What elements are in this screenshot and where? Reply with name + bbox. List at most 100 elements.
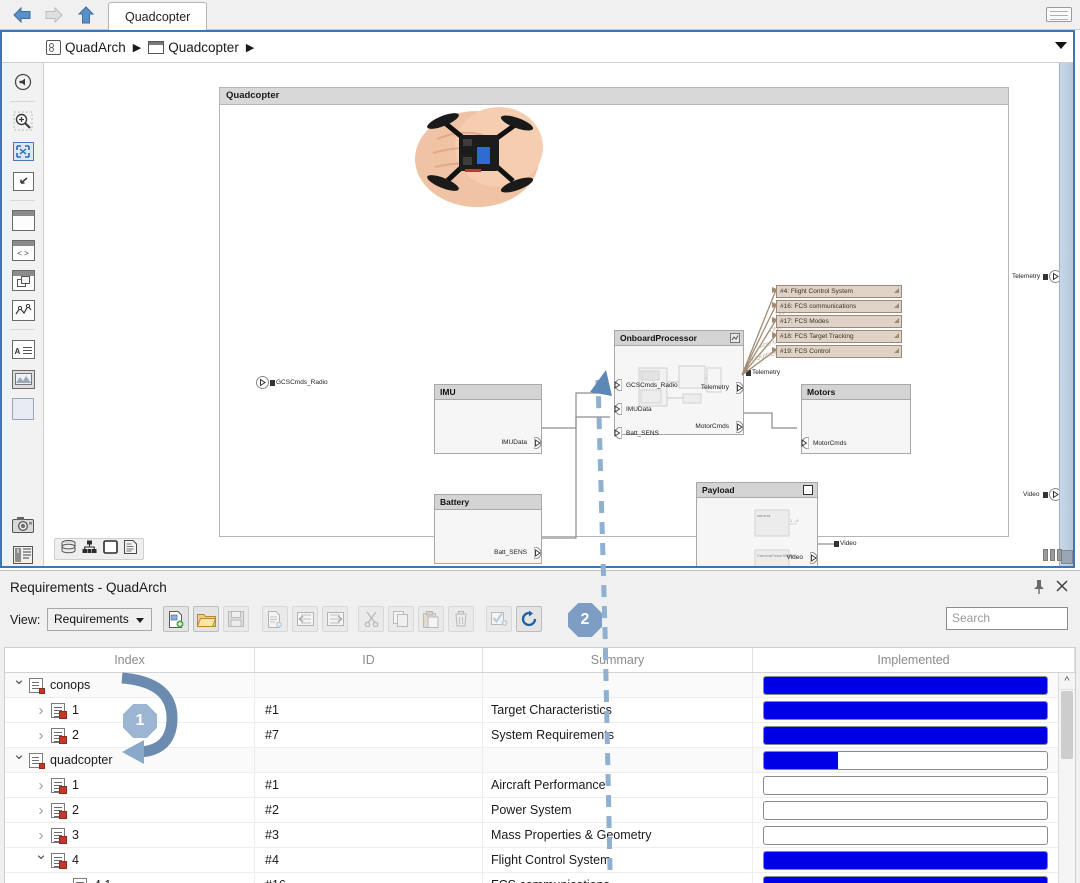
- in-port-imudata[interactable]: [608, 403, 622, 415]
- close-icon[interactable]: [1054, 578, 1070, 594]
- index-label: 4.1: [94, 878, 111, 883]
- cell-id: [255, 748, 483, 772]
- implemented-progress-bar: [763, 750, 1048, 770]
- in-port-batt-sens[interactable]: [608, 427, 622, 439]
- hierarchy-icon[interactable]: [82, 540, 97, 559]
- breadcrumb-item-quadarch[interactable]: QuadArch: [46, 39, 126, 55]
- column-header-summary[interactable]: Summary: [483, 648, 753, 672]
- palette-reference-block-icon[interactable]: < >: [2, 235, 44, 265]
- block-motors[interactable]: Motors MotorCmds: [801, 384, 911, 454]
- palette-area-box-icon[interactable]: [2, 394, 44, 424]
- requirement-note[interactable]: #4: Flight Control System: [776, 285, 902, 298]
- table-row[interactable]: 1 #1Aircraft Performance: [5, 773, 1058, 798]
- twisty-expanded-icon[interactable]: [9, 679, 29, 691]
- view-select[interactable]: Requirements: [47, 608, 152, 631]
- table-vertical-scrollbar[interactable]: ^: [1058, 673, 1075, 883]
- palette-text-annotation-icon[interactable]: A: [2, 334, 44, 364]
- twisty-collapsed-icon[interactable]: [31, 802, 51, 819]
- column-header-id[interactable]: ID: [255, 648, 483, 672]
- cell-index: 4: [5, 848, 255, 872]
- out-port-batt-sens[interactable]: [534, 547, 548, 559]
- new-requirement-set-button[interactable]: [163, 606, 189, 632]
- palette-stateflow-icon[interactable]: [2, 295, 44, 325]
- out-port-video[interactable]: [810, 552, 824, 564]
- cell-implemented: [753, 723, 1058, 747]
- palette-divider: [10, 101, 35, 102]
- table-row[interactable]: 2 #7System Requirements: [5, 723, 1058, 748]
- requirement-note[interactable]: #17: FCS Modes: [776, 315, 902, 328]
- keyboard-icon[interactable]: [1046, 7, 1072, 22]
- palette-fit-view-icon[interactable]: [2, 136, 44, 166]
- panel-title: Requirements - QuadArch: [10, 580, 167, 595]
- twisty-collapsed-icon[interactable]: [31, 702, 51, 719]
- column-header-implemented[interactable]: Implemented: [753, 648, 1075, 672]
- table-row[interactable]: 1 #1Target Characteristics: [5, 698, 1058, 723]
- table-row[interactable]: conops: [5, 673, 1058, 698]
- twisty-expanded-icon[interactable]: [9, 754, 29, 766]
- cell-implemented: [753, 798, 1058, 822]
- requirement-icon: [73, 877, 87, 883]
- twisty-collapsed-icon[interactable]: [31, 727, 51, 744]
- open-requirement-set-button[interactable]: [193, 606, 219, 632]
- requirement-note[interactable]: #19: FCS Control: [776, 345, 902, 358]
- canvas-vertical-scrollbar[interactable]: [1059, 63, 1073, 566]
- out-port-motorcmds[interactable]: [736, 421, 750, 433]
- scrollbar-thumb[interactable]: [1061, 691, 1073, 759]
- database-icon[interactable]: [61, 539, 76, 559]
- out-port-imudata[interactable]: [534, 437, 548, 449]
- view-select-value: Requirements: [54, 612, 129, 626]
- table-row[interactable]: quadcopter: [5, 748, 1058, 773]
- chevron-up-icon[interactable]: ^: [1059, 673, 1075, 690]
- square-icon[interactable]: [103, 539, 118, 559]
- cell-id: [255, 673, 483, 697]
- requirement-icon: [51, 802, 67, 819]
- twisty-collapsed-icon[interactable]: [53, 877, 73, 883]
- note-fold-icon: [894, 348, 899, 353]
- requirement-note[interactable]: #16: FCS communications: [776, 300, 902, 313]
- requirement-note[interactable]: #18: FCS Target Tracking: [776, 330, 902, 343]
- palette-image-annotation-icon[interactable]: [2, 364, 44, 394]
- block-battery[interactable]: Battery Batt_SENS: [434, 494, 542, 564]
- tab-quadcopter[interactable]: Quadcopter: [108, 2, 208, 30]
- in-port-gcscmds-radio[interactable]: [608, 379, 622, 391]
- index-label: 1: [72, 703, 79, 717]
- in-port-motorcmds[interactable]: [795, 437, 809, 449]
- palette-variant-block-icon[interactable]: [2, 265, 44, 295]
- save-requirement-set-button: [223, 606, 249, 632]
- table-row[interactable]: 4 #4Flight Control System: [5, 848, 1058, 873]
- block-payload[interactable]: Payload camera CameraPowerSwitch 1→4 Vid: [696, 482, 818, 566]
- document-icon[interactable]: [124, 539, 137, 559]
- column-header-index[interactable]: Index: [5, 648, 255, 672]
- breadcrumb-item-quadcopter[interactable]: Quadcopter: [148, 40, 239, 55]
- up-arrow-icon[interactable]: [72, 2, 100, 28]
- search-input[interactable]: Search: [946, 607, 1068, 630]
- palette-zoom-selection-icon[interactable]: [2, 166, 44, 196]
- forward-arrow-icon: [40, 2, 68, 28]
- chevron-down-icon[interactable]: [1055, 42, 1067, 49]
- table-row[interactable]: 3 #3Mass Properties & Geometry: [5, 823, 1058, 848]
- twisty-expanded-icon[interactable]: [31, 854, 51, 866]
- implemented-progress-fill: [764, 751, 838, 769]
- pin-icon[interactable]: [1032, 579, 1046, 595]
- requirement-note-text: #19: FCS Control: [780, 348, 831, 355]
- index-label: conops: [50, 678, 91, 692]
- cell-implemented: [753, 823, 1058, 847]
- palette-report-icon[interactable]: [2, 540, 44, 570]
- table-row[interactable]: 2 #2Power System: [5, 798, 1058, 823]
- block-imu[interactable]: IMU IMUData: [434, 384, 542, 454]
- twisty-collapsed-icon[interactable]: [31, 827, 51, 844]
- palette-back-to-parent[interactable]: [2, 67, 44, 97]
- implemented-progress-fill: [764, 876, 1047, 883]
- canvas-resize-grip[interactable]: [1043, 549, 1067, 561]
- palette-magnifier-icon[interactable]: [2, 106, 44, 136]
- diagram-canvas[interactable]: Quadcopter GCSCmds_Radio Telemetry Video…: [44, 63, 1059, 566]
- palette-component-block-icon[interactable]: [2, 205, 44, 235]
- table-row[interactable]: 4.1 #16FCS communications: [5, 873, 1058, 883]
- locked-badge-icon: [39, 762, 45, 769]
- refresh-button[interactable]: [516, 606, 542, 632]
- note-fold-icon: [894, 333, 899, 338]
- back-arrow-icon[interactable]: [8, 2, 36, 28]
- chevron-down-icon: [136, 618, 144, 623]
- twisty-collapsed-icon[interactable]: [31, 777, 51, 794]
- palette-camera-icon[interactable]: [2, 510, 44, 540]
